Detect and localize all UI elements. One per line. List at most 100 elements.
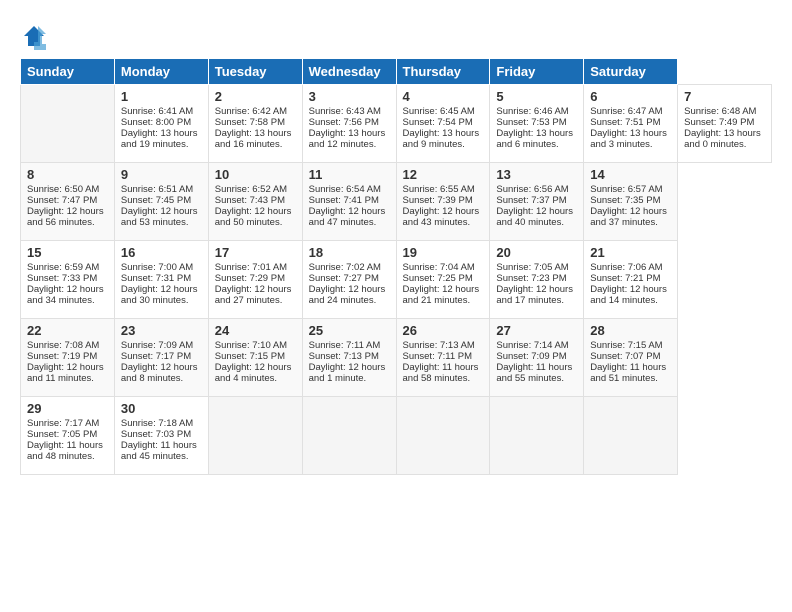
- day-info-line: Daylight: 12 hours: [121, 362, 202, 373]
- week-row-3: 22Sunrise: 7:08 AMSunset: 7:19 PMDayligh…: [21, 319, 772, 397]
- day-info-line: Sunset: 7:27 PM: [309, 273, 390, 284]
- header-tuesday: Tuesday: [208, 59, 302, 85]
- calendar-cell: 6 Sunrise: 6:47 AMSunset: 7:51 PMDaylight…: [584, 85, 678, 163]
- calendar-cell: 19Sunrise: 7:04 AMSunset: 7:25 PMDayligh…: [396, 241, 490, 319]
- week-row-2: 15Sunrise: 6:59 AMSunset: 7:33 PMDayligh…: [21, 241, 772, 319]
- week-row-1: 8Sunrise: 6:50 AMSunset: 7:47 PMDaylight…: [21, 163, 772, 241]
- day-info-line: Sunrise: 7:11 AM: [309, 340, 390, 351]
- day-info-line: and 9 minutes.: [403, 139, 484, 150]
- day-number: 30: [121, 401, 202, 416]
- day-number: 7: [684, 89, 765, 104]
- day-info-line: Daylight: 11 hours: [403, 362, 484, 373]
- day-info-line: and 53 minutes.: [121, 217, 202, 228]
- calendar-cell: 24Sunrise: 7:10 AMSunset: 7:15 PMDayligh…: [208, 319, 302, 397]
- header-saturday: Saturday: [584, 59, 678, 85]
- day-number: 6: [590, 89, 671, 104]
- week-row-4: 29Sunrise: 7:17 AMSunset: 7:05 PMDayligh…: [21, 397, 772, 475]
- day-info-line: Sunset: 7:39 PM: [403, 195, 484, 206]
- calendar-cell: [302, 397, 396, 475]
- calendar-cell: 25Sunrise: 7:11 AMSunset: 7:13 PMDayligh…: [302, 319, 396, 397]
- day-number: 28: [590, 323, 671, 338]
- day-info-line: Sunset: 7:58 PM: [215, 117, 296, 128]
- main-container: SundayMondayTuesdayWednesdayThursdayFrid…: [0, 0, 792, 485]
- calendar-cell: 13Sunrise: 6:56 AMSunset: 7:37 PMDayligh…: [490, 163, 584, 241]
- day-number: 14: [590, 167, 671, 182]
- day-info-line: and 19 minutes.: [121, 139, 202, 150]
- day-info-line: Sunset: 7:29 PM: [215, 273, 296, 284]
- day-info-line: Daylight: 12 hours: [27, 206, 108, 217]
- day-info-line: Sunset: 7:03 PM: [121, 429, 202, 440]
- day-number: 17: [215, 245, 296, 260]
- calendar-cell: 4Sunrise: 6:45 AMSunset: 7:54 PMDaylight…: [396, 85, 490, 163]
- day-info-line: and 30 minutes.: [121, 295, 202, 306]
- day-info-line: Daylight: 13 hours: [215, 128, 296, 139]
- day-info-line: Sunrise: 7:05 AM: [496, 262, 577, 273]
- day-info-line: Sunrise: 6:47 AM: [590, 106, 671, 117]
- header-monday: Monday: [114, 59, 208, 85]
- day-info-line: Sunset: 7:23 PM: [496, 273, 577, 284]
- day-info-line: Sunset: 7:15 PM: [215, 351, 296, 362]
- header-area: [20, 18, 772, 50]
- calendar-cell: 20Sunrise: 7:05 AMSunset: 7:23 PMDayligh…: [490, 241, 584, 319]
- calendar-cell: 11Sunrise: 6:54 AMSunset: 7:41 PMDayligh…: [302, 163, 396, 241]
- day-info-line: Sunrise: 7:06 AM: [590, 262, 671, 273]
- day-info-line: and 8 minutes.: [121, 373, 202, 384]
- day-number: 20: [496, 245, 577, 260]
- day-info-line: Sunset: 7:54 PM: [403, 117, 484, 128]
- day-info-line: Sunset: 7:05 PM: [27, 429, 108, 440]
- day-info-line: Daylight: 11 hours: [27, 440, 108, 451]
- day-info-line: Sunrise: 7:01 AM: [215, 262, 296, 273]
- day-info-line: Daylight: 12 hours: [309, 206, 390, 217]
- calendar-cell: 3Sunrise: 6:43 AMSunset: 7:56 PMDaylight…: [302, 85, 396, 163]
- day-info-line: Sunrise: 7:13 AM: [403, 340, 484, 351]
- day-info-line: Sunset: 7:25 PM: [403, 273, 484, 284]
- day-info-line: Sunrise: 6:48 AM: [684, 106, 765, 117]
- day-info-line: Daylight: 13 hours: [496, 128, 577, 139]
- calendar-cell: 16Sunrise: 7:00 AMSunset: 7:31 PMDayligh…: [114, 241, 208, 319]
- day-info-line: and 56 minutes.: [27, 217, 108, 228]
- day-info-line: Sunrise: 6:42 AM: [215, 106, 296, 117]
- day-info-line: Daylight: 12 hours: [403, 284, 484, 295]
- day-info-line: Sunrise: 7:08 AM: [27, 340, 108, 351]
- day-info-line: Sunrise: 7:10 AM: [215, 340, 296, 351]
- day-info-line: Sunset: 7:21 PM: [590, 273, 671, 284]
- calendar-cell: 18Sunrise: 7:02 AMSunset: 7:27 PMDayligh…: [302, 241, 396, 319]
- day-info-line: Sunrise: 7:17 AM: [27, 418, 108, 429]
- day-info-line: Daylight: 12 hours: [121, 206, 202, 217]
- day-info-line: Sunrise: 6:43 AM: [309, 106, 390, 117]
- header-sunday: Sunday: [21, 59, 115, 85]
- day-info-line: Daylight: 12 hours: [215, 206, 296, 217]
- calendar-cell: [584, 397, 678, 475]
- day-info-line: Daylight: 12 hours: [590, 284, 671, 295]
- day-info-line: and 6 minutes.: [496, 139, 577, 150]
- day-info-line: Sunset: 7:45 PM: [121, 195, 202, 206]
- calendar-cell: 15Sunrise: 6:59 AMSunset: 7:33 PMDayligh…: [21, 241, 115, 319]
- day-info-line: and 47 minutes.: [309, 217, 390, 228]
- logo: [20, 22, 52, 50]
- calendar-cell: 9Sunrise: 6:51 AMSunset: 7:45 PMDaylight…: [114, 163, 208, 241]
- day-info-line: Sunset: 7:47 PM: [27, 195, 108, 206]
- calendar-cell: 29Sunrise: 7:17 AMSunset: 7:05 PMDayligh…: [21, 397, 115, 475]
- day-info-line: Daylight: 13 hours: [590, 128, 671, 139]
- day-info-line: Daylight: 12 hours: [496, 206, 577, 217]
- calendar-cell: 23Sunrise: 7:09 AMSunset: 7:17 PMDayligh…: [114, 319, 208, 397]
- day-info-line: Sunrise: 6:57 AM: [590, 184, 671, 195]
- day-info-line: and 48 minutes.: [27, 451, 108, 462]
- day-info-line: Sunset: 7:56 PM: [309, 117, 390, 128]
- day-info-line: Sunrise: 6:52 AM: [215, 184, 296, 195]
- calendar-cell: 28Sunrise: 7:15 AMSunset: 7:07 PMDayligh…: [584, 319, 678, 397]
- day-info-line: and 40 minutes.: [496, 217, 577, 228]
- day-info-line: Sunset: 7:09 PM: [496, 351, 577, 362]
- day-info-line: Daylight: 12 hours: [215, 362, 296, 373]
- calendar-cell: [396, 397, 490, 475]
- day-number: 22: [27, 323, 108, 338]
- header-thursday: Thursday: [396, 59, 490, 85]
- day-info-line: Daylight: 12 hours: [121, 284, 202, 295]
- day-info-line: and 17 minutes.: [496, 295, 577, 306]
- calendar-table: SundayMondayTuesdayWednesdayThursdayFrid…: [20, 58, 772, 475]
- day-info-line: and 34 minutes.: [27, 295, 108, 306]
- calendar-cell: 26Sunrise: 7:13 AMSunset: 7:11 PMDayligh…: [396, 319, 490, 397]
- calendar-cell: 22Sunrise: 7:08 AMSunset: 7:19 PMDayligh…: [21, 319, 115, 397]
- day-info-line: and 50 minutes.: [215, 217, 296, 228]
- day-info-line: Sunset: 7:51 PM: [590, 117, 671, 128]
